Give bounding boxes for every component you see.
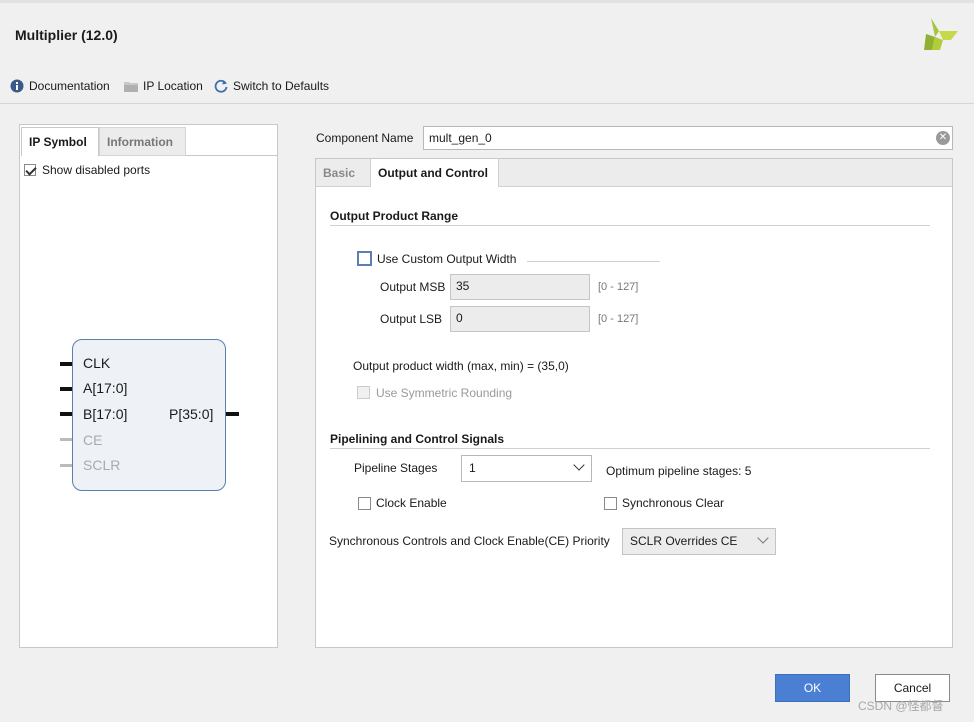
pin-ce <box>60 438 72 441</box>
config-panel <box>315 158 953 648</box>
show-disabled-ports-checkbox[interactable] <box>24 164 36 176</box>
output-product-width-text: Output product width (max, min) = (35,0) <box>353 359 569 373</box>
pin-b <box>60 412 72 416</box>
output-lsb-field[interactable]: 0 <box>450 306 590 332</box>
tab-basic[interactable]: Basic <box>316 159 370 187</box>
pipelining-title: Pipelining and Control Signals <box>330 432 505 446</box>
tab-baseline <box>186 155 277 156</box>
priority-label: Synchronous Controls and Clock Enable(CE… <box>329 534 610 548</box>
use-symmetric-rounding-checkbox[interactable] <box>357 386 370 399</box>
output-lsb-range: [0 - 127] <box>598 313 639 325</box>
port-a: A[17:0] <box>83 380 128 396</box>
watermark: CSDN @怪都督 <box>858 699 944 713</box>
tab-information-label: Information <box>107 134 173 149</box>
tab-output-and-control-label: Output and Control <box>378 166 488 180</box>
output-product-range-rule <box>330 225 930 226</box>
dialog-title: Multiplier (12.0) <box>15 27 118 43</box>
use-symmetric-rounding-label: Use Symmetric Rounding <box>376 386 513 400</box>
pipelining-rule <box>330 448 930 449</box>
tab-basic-label: Basic <box>323 165 356 180</box>
pin-a <box>60 387 72 391</box>
component-name-input[interactable]: mult_gen_0 <box>423 126 953 150</box>
pipeline-stages-value: 1 <box>469 461 476 475</box>
ok-button[interactable]: OK <box>775 674 850 702</box>
tab-strip-filler <box>499 159 952 187</box>
priority-select[interactable]: SCLR Overrides CE <box>622 528 776 555</box>
output-product-range-title: Output Product Range <box>330 209 458 223</box>
refresh-icon <box>214 79 228 93</box>
synchronous-clear-checkbox[interactable] <box>604 497 617 510</box>
ip-location-button[interactable]: IP Location <box>124 77 203 95</box>
documentation-label: Documentation <box>29 79 110 93</box>
info-icon <box>10 79 24 93</box>
port-b: B[17:0] <box>83 406 128 422</box>
optimum-stages-text: Optimum pipeline stages: 5 <box>606 464 752 478</box>
pin-clk <box>60 362 72 366</box>
pipeline-stages-select[interactable]: 1 <box>461 455 592 482</box>
documentation-link[interactable]: Documentation <box>10 77 110 95</box>
tab-ip-symbol[interactable]: IP Symbol <box>21 127 99 156</box>
tab-output-and-control[interactable]: Output and Control <box>370 159 499 187</box>
synchronous-clear-label: Synchronous Clear <box>622 496 725 510</box>
clock-enable-label: Clock Enable <box>376 496 447 510</box>
pin-sclr <box>60 464 72 467</box>
toolbar-divider <box>0 103 974 104</box>
use-custom-output-width-label: Use Custom Output Width <box>377 252 517 266</box>
pipeline-stages-label: Pipeline Stages <box>354 461 438 475</box>
clock-enable-checkbox[interactable] <box>358 497 371 510</box>
ip-location-label: IP Location <box>143 79 203 93</box>
xilinx-logo-icon <box>924 18 958 50</box>
component-name-label: Component Name <box>316 131 414 145</box>
tab-information[interactable]: Information <box>99 127 186 156</box>
switch-to-defaults-button[interactable]: Switch to Defaults <box>214 77 329 95</box>
priority-value: SCLR Overrides CE <box>630 534 738 548</box>
use-custom-output-width-checkbox[interactable] <box>357 251 372 266</box>
port-ce: CE <box>83 432 103 448</box>
port-sclr: SCLR <box>83 457 121 473</box>
output-msb-range: [0 - 127] <box>598 281 639 293</box>
output-msb-label: Output MSB <box>380 280 446 294</box>
tab-ip-symbol-label: IP Symbol <box>29 135 87 149</box>
custom-width-group-rule <box>527 261 660 262</box>
switch-to-defaults-label: Switch to Defaults <box>233 79 330 93</box>
clear-icon[interactable]: ✕ <box>936 131 950 145</box>
output-msb-field[interactable]: 35 <box>450 274 590 300</box>
output-lsb-label: Output LSB <box>380 312 443 326</box>
port-clk: CLK <box>83 355 111 371</box>
chevron-down-icon <box>757 532 769 544</box>
show-disabled-ports-label: Show disabled ports <box>42 163 151 177</box>
pin-p <box>226 412 239 416</box>
dialog-header <box>0 3 974 66</box>
folder-icon <box>124 82 138 92</box>
chevron-down-icon <box>573 459 585 471</box>
port-p: P[35:0] <box>169 406 214 422</box>
